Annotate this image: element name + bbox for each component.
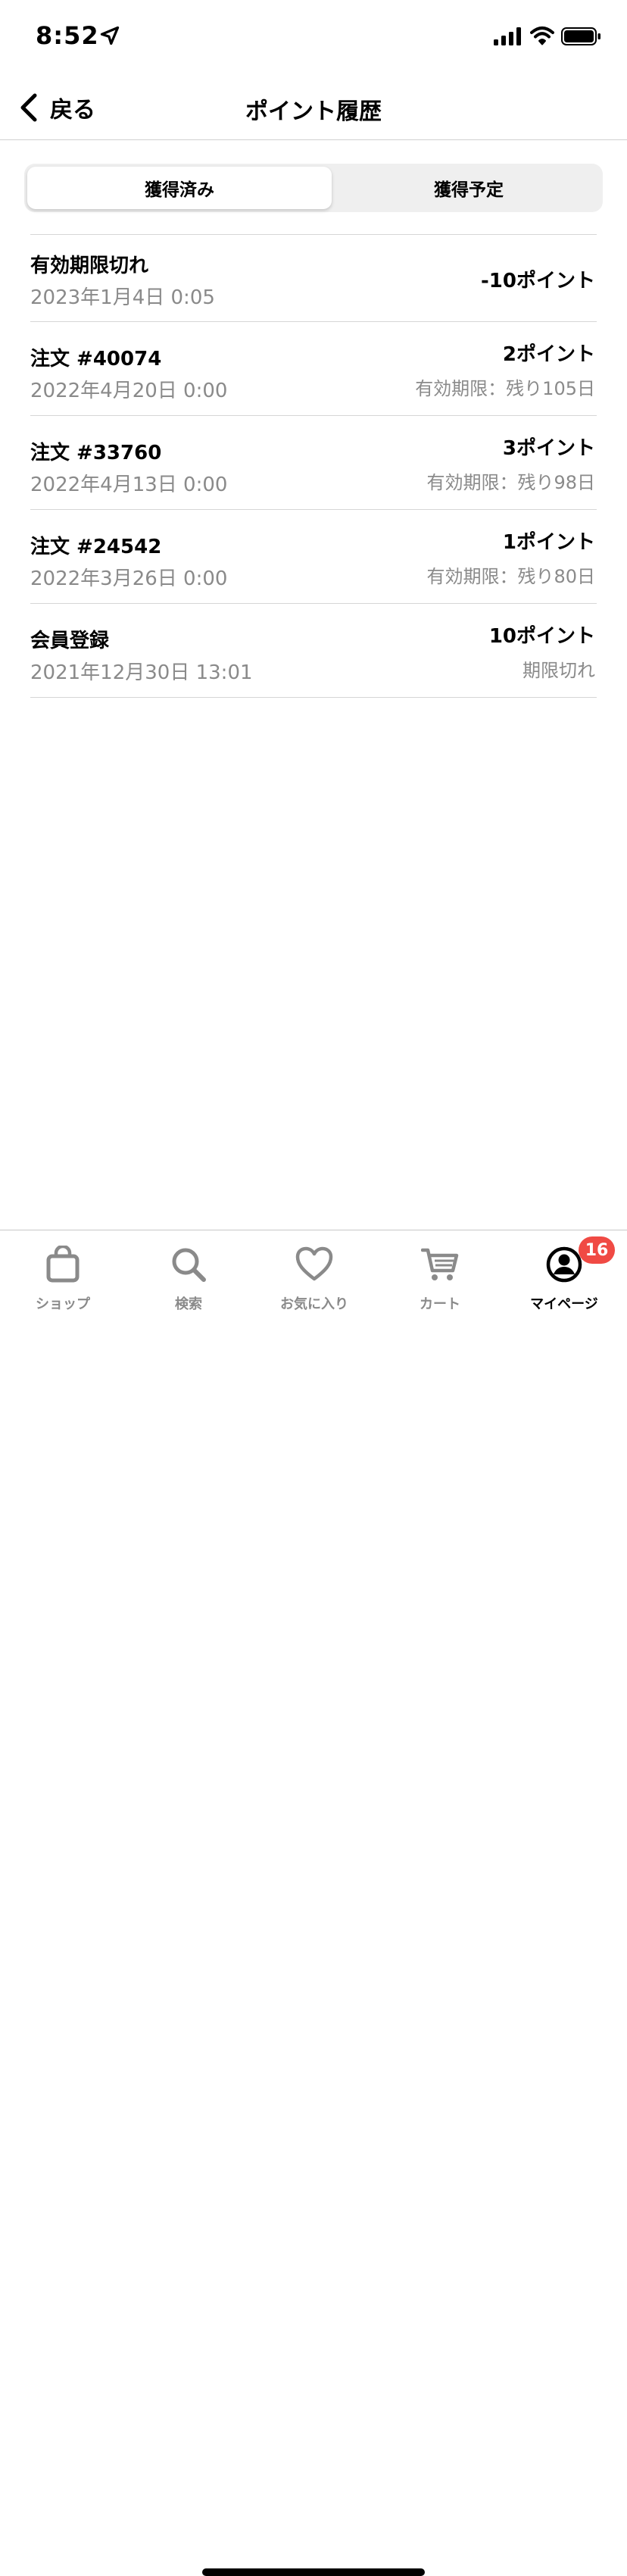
item-title: 注文 #24542 — [30, 536, 162, 558]
tab-label: マイページ — [530, 1296, 598, 1312]
battery-icon — [561, 27, 600, 45]
tab-label: お気に入り — [280, 1296, 348, 1312]
cellular-signal-icon — [494, 27, 521, 45]
tab-cart[interactable]: カート — [377, 1230, 503, 1321]
item-title: 有効期限切れ — [30, 255, 149, 277]
list-item: 注文 #24542 2022年3月26日 0:00 1ポイント 有効期限：残り8… — [30, 510, 597, 604]
heart-icon — [295, 1246, 333, 1281]
item-expiry: 有効期限：残り98日 — [426, 472, 595, 493]
item-date: 2021年12月30日 13:01 — [30, 661, 253, 684]
list-item: 会員登録 2021年12月30日 13:01 10ポイント 期限切れ — [30, 604, 597, 698]
list-item: 注文 #33760 2022年4月13日 0:00 3ポイント 有効期限：残り9… — [30, 416, 597, 510]
tab-search[interactable]: 検索 — [126, 1230, 251, 1321]
segment-earned[interactable]: 獲得済み — [27, 167, 332, 209]
list-item: 有効期限切れ 2023年1月4日 0:05 -10ポイント — [30, 235, 597, 322]
nav-bar: 戻る ポイント履歴 — [0, 76, 627, 140]
user-circle-icon — [546, 1246, 582, 1283]
status-time: 8:52 — [36, 21, 99, 50]
item-title: 注文 #40074 — [30, 348, 162, 370]
tab-label: ショップ — [36, 1296, 90, 1312]
item-points: 3ポイント — [502, 437, 595, 460]
segment-scheduled[interactable]: 獲得予定 — [338, 167, 600, 209]
item-title: 注文 #33760 — [30, 442, 162, 464]
item-points: 2ポイント — [502, 343, 595, 366]
item-points: 10ポイント — [488, 625, 595, 648]
item-date: 2022年4月13日 0:00 — [30, 474, 228, 496]
notification-badge: 16 — [579, 1236, 615, 1264]
status-bar: 8:52 — [0, 0, 627, 76]
item-expiry: 期限切れ — [522, 660, 595, 681]
page-title: ポイント履歴 — [245, 98, 382, 125]
tab-shop[interactable]: ショップ — [0, 1230, 126, 1321]
tab-mypage[interactable]: 16 マイページ — [501, 1230, 627, 1321]
tab-bar: ショップ 検索 お気に入り カート 16 マイページ — [0, 1230, 627, 2576]
item-date: 2022年4月20日 0:00 — [30, 380, 228, 402]
tab-label: 検索 — [175, 1296, 202, 1312]
cart-icon — [421, 1248, 459, 1280]
item-expiry: 有効期限：残り80日 — [426, 566, 595, 587]
item-points: 1ポイント — [502, 531, 595, 554]
item-expiry: 有効期限：残り105日 — [415, 378, 595, 399]
home-indicator — [202, 2568, 425, 2576]
points-history-list: 有効期限切れ 2023年1月4日 0:05 -10ポイント 注文 #40074 … — [30, 234, 597, 698]
segmented-control: 獲得済み 獲得予定 — [24, 164, 603, 212]
tab-label: カート — [420, 1296, 460, 1312]
item-date: 2023年1月4日 0:05 — [30, 286, 215, 309]
tab-favorites[interactable]: お気に入り — [251, 1230, 377, 1321]
wifi-icon — [530, 27, 554, 45]
item-points: -10ポイント — [481, 270, 595, 292]
item-date: 2022年3月26日 0:00 — [30, 567, 228, 590]
list-item: 注文 #40074 2022年4月20日 0:00 2ポイント 有効期限：残り1… — [30, 322, 597, 416]
location-arrow-icon — [100, 26, 120, 45]
search-icon — [172, 1248, 206, 1282]
item-title: 会員登録 — [30, 630, 110, 652]
shopping-bag-icon — [46, 1246, 80, 1283]
